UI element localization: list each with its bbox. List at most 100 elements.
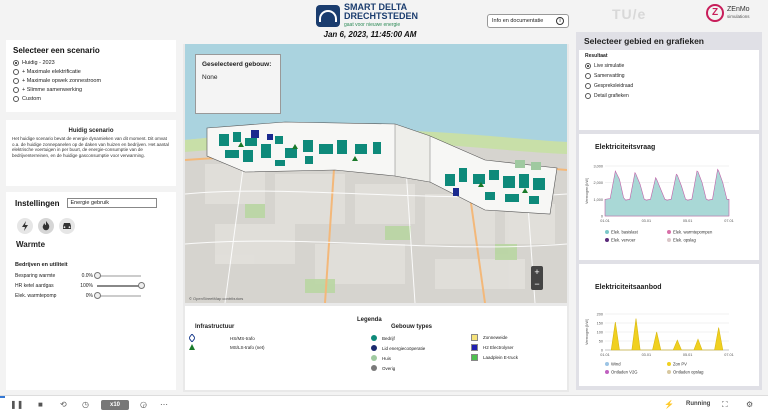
slider-knob[interactable] bbox=[138, 282, 145, 289]
step-back-icon[interactable]: ⟲ bbox=[60, 400, 67, 409]
lightning-icon[interactable] bbox=[17, 218, 33, 234]
right-panel: Selecteer gebied en grafieken Resultaat … bbox=[576, 32, 762, 390]
slider-value: 100% bbox=[80, 283, 93, 289]
x-tick-label: 03.01 bbox=[642, 219, 652, 223]
map-attribution: © OpenStreetMap contributors bbox=[189, 296, 244, 301]
legend-infra-title: Infrastructuur bbox=[195, 324, 235, 330]
slider-row: HR ketel aardgas 100% bbox=[15, 281, 170, 291]
map-frame: Geselecteerd gebouw: None + − © OpenStre… bbox=[183, 44, 569, 392]
flame-icon[interactable] bbox=[38, 218, 54, 234]
slider-label: Besparing warmte bbox=[15, 273, 56, 279]
left-panel: Selecteer een scenario Huidig - 2023 + Ma… bbox=[6, 40, 176, 390]
legend-label: Ontladen opslag bbox=[673, 370, 704, 375]
scenario-option[interactable]: Custom bbox=[13, 94, 170, 103]
radio-button[interactable] bbox=[13, 68, 19, 75]
x-tick-label: 05.01 bbox=[683, 219, 693, 223]
info-icon: i bbox=[556, 17, 564, 25]
settings-gear-icon[interactable]: ⚙ bbox=[746, 400, 753, 409]
legend-building-item: Lid energiecoöperatie bbox=[371, 345, 425, 351]
pause-icon[interactable]: ❚❚ bbox=[10, 400, 23, 409]
logo-line2: DRECHTSTEDEN bbox=[344, 10, 419, 21]
description-title: Huidig scenario bbox=[68, 128, 114, 134]
series-area-elek-basislast bbox=[604, 168, 730, 217]
settings-dropdown[interactable]: Energie gebruik bbox=[67, 198, 158, 208]
slider-label: Elek. warmtepomp bbox=[15, 293, 57, 299]
legend-building-item: Overig bbox=[371, 365, 395, 371]
slider-track[interactable] bbox=[94, 292, 141, 299]
radio-button[interactable] bbox=[585, 93, 591, 99]
result-card: Resultaat Live simulatie Samenvatting Gesp… bbox=[579, 50, 759, 130]
radio-label: Huidig - 2023 bbox=[22, 59, 55, 66]
radio-button[interactable] bbox=[585, 73, 591, 79]
y-tick-label: 1,000 bbox=[593, 198, 603, 202]
settings-card: Instellingen Energie gebruik Warmte Bedr… bbox=[6, 192, 176, 390]
simulation-control-bar: ❚❚ ■ ⟲ ◷ x10 ◶ ⋯ ⚡ Running ⛶ ⚙ bbox=[0, 395, 768, 414]
result-option[interactable]: Live simulatie bbox=[585, 61, 753, 71]
result-option[interactable]: Samenvatting bbox=[585, 71, 753, 81]
y-tick-label: 0 bbox=[601, 215, 603, 219]
demand-chart: 0 1,000 2,000 3,000 01.01 03.01 05.01 07.01 Verm… bbox=[585, 165, 734, 243]
simulation-datetime: Jan 6, 2023, 11:45:00 AM bbox=[323, 30, 417, 39]
radio-button[interactable] bbox=[13, 86, 19, 93]
legend-label: Elek. opslag bbox=[673, 238, 696, 243]
more-icon[interactable]: ⋯ bbox=[160, 400, 168, 409]
supply-chart: 0 50 100 150 200 01.01 03.01 05.01 07.01 Vermogen… bbox=[585, 313, 734, 375]
radio-button[interactable] bbox=[13, 77, 19, 84]
y-tick-label: 0 bbox=[601, 349, 603, 353]
radio-button[interactable] bbox=[585, 83, 591, 89]
scenario-card: Selecteer een scenario Huidig - 2023 + Ma… bbox=[6, 40, 176, 112]
legend-label: Zon PV bbox=[673, 362, 687, 367]
bridge-logo-icon bbox=[316, 5, 340, 27]
x-tick-label: 07.01 bbox=[724, 219, 734, 223]
slow-down-icon[interactable]: ◷ bbox=[82, 400, 89, 409]
running-status: Running bbox=[686, 401, 711, 407]
car-icon[interactable] bbox=[59, 218, 75, 234]
radio-button[interactable] bbox=[13, 59, 19, 66]
slider-knob[interactable] bbox=[94, 272, 101, 279]
zoom-out-button[interactable]: − bbox=[531, 278, 543, 290]
legend-msls-label: MS/LS-trafo (net) bbox=[230, 344, 265, 350]
legend-label: Elek. basislast bbox=[611, 230, 639, 235]
scenario-option[interactable]: + Slimme samenwerking bbox=[13, 85, 170, 94]
radio-button[interactable] bbox=[585, 63, 591, 69]
result-option[interactable]: Gespreksleidraad bbox=[585, 81, 753, 91]
simulation-progress-bar bbox=[0, 396, 5, 398]
logo-tagline: gaat voor nieuwe energie bbox=[344, 21, 401, 28]
radio-label: Detail grafieken bbox=[594, 93, 629, 99]
scenario-option[interactable]: Huidig - 2023 bbox=[13, 58, 170, 67]
description-text: Het huidige scenario bevat de energie dy… bbox=[12, 136, 169, 158]
slider-knob[interactable] bbox=[94, 292, 101, 299]
settings-title: Instellingen bbox=[15, 198, 60, 208]
right-panel-title: Selecteer gebied en grafieken bbox=[584, 36, 704, 46]
zenmo-sub: simulations bbox=[727, 14, 750, 19]
legend-label: Zonneweide bbox=[483, 335, 508, 340]
slider-row: Besparing warmte 0.0% bbox=[15, 271, 170, 281]
supply-chart-card: Elektriciteitsaanbod 0 50 100 150 200 01.01 03… bbox=[579, 264, 759, 386]
zoom-in-button[interactable]: + bbox=[531, 266, 543, 278]
legend-marker bbox=[667, 238, 671, 242]
diamond-icon bbox=[189, 334, 195, 342]
map-view[interactable]: Geselecteerd gebouw: None + − © OpenStre… bbox=[185, 44, 567, 303]
legend-swatch bbox=[471, 334, 478, 341]
x-tick-label: 07.01 bbox=[724, 353, 734, 357]
legend-label: Ontladen V2G bbox=[611, 370, 638, 375]
slider-track[interactable] bbox=[94, 272, 141, 279]
legend-other-item: Laadplein E-truck bbox=[471, 354, 518, 361]
x-tick-label: 01.01 bbox=[600, 353, 610, 357]
stop-icon[interactable]: ■ bbox=[38, 400, 43, 409]
zenmo-z-icon: Z bbox=[706, 4, 724, 22]
radio-button[interactable] bbox=[13, 95, 19, 102]
scenario-option[interactable]: + Maximale elektrificatie bbox=[13, 67, 170, 76]
legend-label: Wind bbox=[611, 362, 621, 367]
scenario-description-card: Huidig scenario Het huidige scenario bev… bbox=[6, 120, 176, 186]
speed-up-icon[interactable]: ◶ bbox=[140, 400, 147, 409]
info-documentation-button[interactable]: Info en documentatie i bbox=[487, 14, 569, 28]
slider-track[interactable] bbox=[97, 282, 145, 289]
result-option[interactable]: Detail grafieken bbox=[585, 91, 753, 101]
legend-hsms-label: HS/MS-trafo bbox=[230, 335, 255, 341]
scenario-option[interactable]: + Maximale opwek zonnestroom bbox=[13, 76, 170, 85]
legend-swatch bbox=[471, 354, 478, 361]
legend-label: Laadplein E-truck bbox=[483, 355, 519, 360]
fullscreen-icon[interactable]: ⛶ bbox=[722, 400, 728, 410]
slider-value: 0.0% bbox=[81, 273, 93, 279]
